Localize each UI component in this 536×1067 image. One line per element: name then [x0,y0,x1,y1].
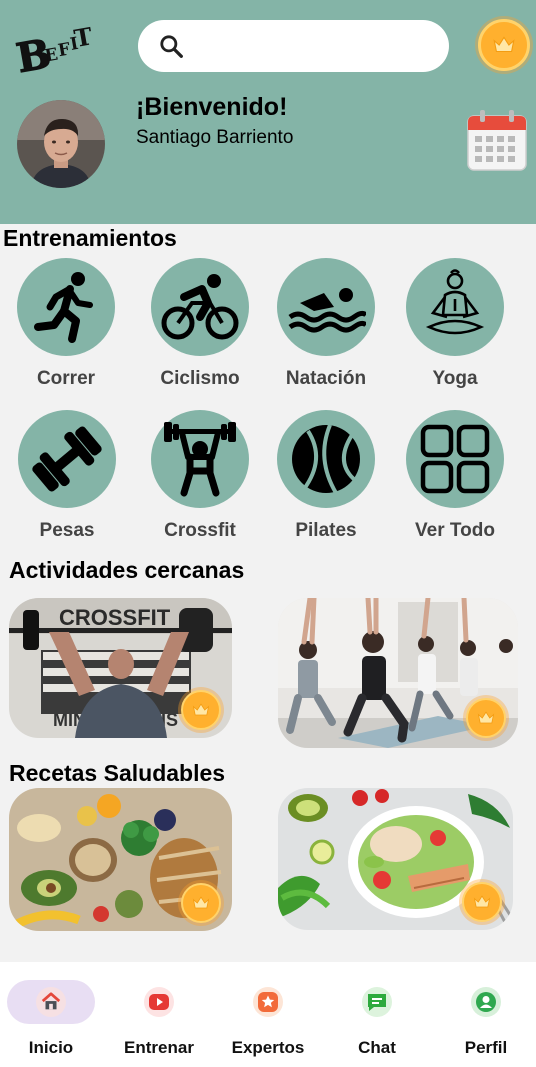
workout-correr[interactable]: Correr [11,258,121,398]
dumbbell-icon [32,426,102,492]
workout-label: Natación [285,368,367,389]
workout-label: Crossfit [164,520,236,541]
nav-label: Chat [358,1038,396,1057]
nav-inicio[interactable]: Inicio [1,980,101,1060]
befit-logo[interactable]: B E F I T [12,22,96,78]
workout-ver-todo[interactable]: Ver Todo [400,410,510,550]
crown-icon [477,711,495,724]
nearby-card-yoga[interactable] [278,598,518,748]
recipe-card-salad-bowl[interactable] [278,788,513,930]
search-bar[interactable] [138,20,449,72]
chat-icon [368,994,386,1011]
premium-crown-button[interactable] [478,19,530,71]
workout-pilates[interactable]: Pilates [271,410,381,550]
workout-label: Ver Todo [415,520,495,541]
weightlifting-icon [164,422,236,497]
crown-icon [473,895,491,908]
workout-label: Pilates [295,520,357,541]
svg-text:T: T [72,22,95,53]
yoga-icon [425,269,485,335]
nav-entrenar[interactable]: Entrenar [109,980,209,1060]
nav-chat[interactable]: Chat [327,980,427,1060]
premium-crown-badge [181,883,221,923]
nav-label: Inicio [28,1038,74,1057]
bottom-navigation: Inicio Entrenar Expertos Chat Perfil [0,962,536,1067]
nav-perfil[interactable]: Perfil [436,980,536,1060]
recipe-card-healthy-foods[interactable] [9,788,232,931]
running-icon [34,272,93,343]
crown-icon [192,896,210,909]
welcome-heading: ¡Bienvenido! [136,93,288,121]
nav-label: Expertos [231,1038,305,1057]
nav-expertos[interactable]: Expertos [218,980,318,1060]
grid-icon [420,424,490,494]
home-icon [41,992,61,1010]
crown-icon [192,703,210,716]
star-icon [258,992,278,1012]
premium-crown-badge [462,882,502,922]
workout-label: Correr [36,368,96,389]
recipes-title: Recetas Saludables [9,760,226,786]
workout-label: Pesas [39,520,95,541]
nearby-card-crossfit[interactable]: CROSSFIT MINNEAPOLIS [9,598,232,738]
header: B E F I T ¡Bienvenido! Santiago Barrient… [0,0,536,224]
workouts-title: Entrenamientos [3,225,177,251]
nearby-title: Actividades cercanas [9,557,245,583]
premium-crown-badge [466,698,506,738]
username: Santiago Barriento [136,127,294,148]
user-photo [17,100,105,188]
search-icon [160,35,183,58]
svg-text:CROSSFIT: CROSSFIT [59,605,171,630]
calendar-icon[interactable] [466,110,528,172]
workout-natacion[interactable]: Natación [271,258,381,398]
avatar[interactable] [17,100,105,188]
nav-label: Perfil [464,1038,508,1057]
premium-crown-badge [181,690,221,730]
crown-icon [493,36,515,53]
profile-icon [476,992,496,1012]
workout-crossfit[interactable]: Crossfit [145,410,255,550]
workout-yoga[interactable]: Yoga [400,258,510,398]
pilates-ball-icon [292,424,360,495]
search-input[interactable] [196,28,436,64]
workout-label: Yoga [432,368,478,389]
play-icon [149,994,169,1010]
swimming-icon [288,288,366,333]
cycling-icon [161,274,239,340]
nav-label: Entrenar [124,1038,194,1057]
workout-pesas[interactable]: Pesas [12,410,122,550]
workout-ciclismo[interactable]: Ciclismo [145,258,255,398]
workout-label: Ciclismo [160,368,240,389]
